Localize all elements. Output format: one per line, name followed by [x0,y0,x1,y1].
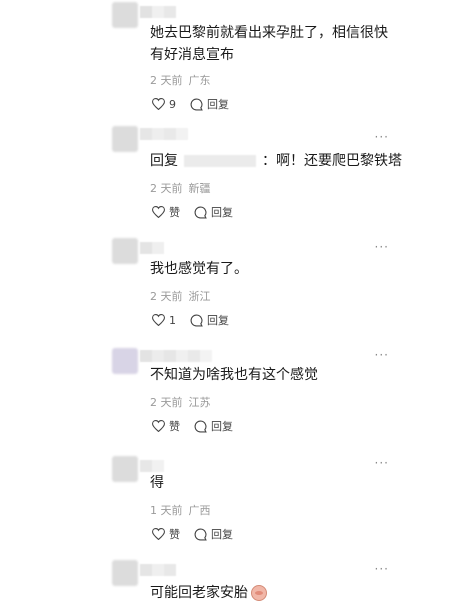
comment-bubble-icon [190,98,203,110]
reply-button[interactable]: 回复 [194,204,233,220]
comment-meta: 2 天前 江苏 [150,394,211,410]
reply-button[interactable]: 回复 [194,418,233,434]
reply-label: 回复 [211,528,233,541]
comment-bubble-icon [194,420,207,432]
heart-icon [152,420,165,432]
comment-text: 我也感觉有了。 [150,261,248,277]
heart-icon [152,98,165,110]
more-options-button[interactable]: ··· [375,563,389,575]
username-mosaic [140,6,176,18]
comment-text-body: 可能回老家安胎 [150,585,248,601]
comment-region: 广东 [188,74,211,87]
username-mosaic [140,242,164,254]
like-label: 赞 [169,528,180,541]
comment-actions: 1 回复 [152,312,229,328]
avatar[interactable] [112,126,138,152]
like-label: 赞 [169,206,180,219]
like-button[interactable]: 赞 [152,526,180,542]
comment-actions: 赞 回复 [152,526,233,542]
comment-meta: 2 天前 浙江 [150,288,211,304]
reply-body: ：啊！还要爬巴黎铁塔 [262,153,402,169]
comment-time: 2 天前 [150,182,183,195]
comment-text: 可能回老家安胎 [150,582,390,604]
comment-actions: 赞 回复 [152,418,233,434]
more-options-button[interactable]: ··· [375,131,389,143]
like-button[interactable]: 1 [152,314,176,327]
like-label: 赞 [169,420,180,433]
avatar[interactable] [112,2,138,28]
comment-bubble-icon [190,314,203,326]
comment-bubble-icon [194,206,207,218]
comment-time: 2 天前 [150,396,183,409]
comment-meta: 2 天前 广东 [150,72,211,88]
like-count: 9 [169,97,176,111]
comment-time: 2 天前 [150,74,183,87]
avatar[interactable] [112,456,138,482]
more-options-button[interactable]: ··· [375,349,389,361]
username-mosaic [140,128,188,140]
comment-actions: 赞 回复 [152,204,233,220]
comment-meta: 1 天前 广西 [150,502,211,518]
comment-region: 浙江 [188,290,211,303]
reply-button[interactable]: 回复 [190,96,229,112]
avatar[interactable] [112,348,138,374]
reply-prefix: 回复 [150,153,178,169]
like-count: 1 [169,313,176,327]
reply-button[interactable]: 回复 [194,526,233,542]
comment-region: 江苏 [188,396,211,409]
comment-actions: 9 回复 [152,96,229,112]
comment-region: 新疆 [188,182,211,195]
comment-region: 广西 [188,504,211,517]
comment-text: 回复 ：啊！还要爬巴黎铁塔 [150,150,430,172]
comment-text: 她去巴黎前就看出来孕肚了，相信很快有好消息宣布 [150,25,388,63]
username-mosaic [140,564,176,576]
username-mosaic [140,460,164,472]
like-button[interactable]: 赞 [152,418,180,434]
more-options-button[interactable]: ··· [375,241,389,253]
thumbs-up-icon [152,206,165,218]
reply-label: 回复 [211,206,233,219]
reply-label: 回复 [207,98,229,111]
reply-label: 回复 [211,420,233,433]
like-button[interactable]: 赞 [152,204,180,220]
comment-text: 得 [150,475,164,491]
comment-text: 不知道为啥我也有这个感觉 [150,367,318,383]
reply-label: 回复 [207,314,229,327]
redacted-username [184,155,256,167]
heart-icon [152,314,165,326]
avatar[interactable] [112,560,138,586]
heart-icon [152,528,165,540]
comment-time: 2 天前 [150,290,183,303]
reply-button[interactable]: 回复 [190,312,229,328]
avatar[interactable] [112,238,138,264]
comment-bubble-icon [194,528,207,540]
comment-meta: 2 天前 新疆 [150,180,211,196]
more-options-button[interactable]: ··· [375,457,389,469]
like-button[interactable]: 9 [152,98,176,111]
pig-face-emoji [251,585,267,601]
comment-time: 1 天前 [150,504,183,517]
username-mosaic [140,350,212,362]
